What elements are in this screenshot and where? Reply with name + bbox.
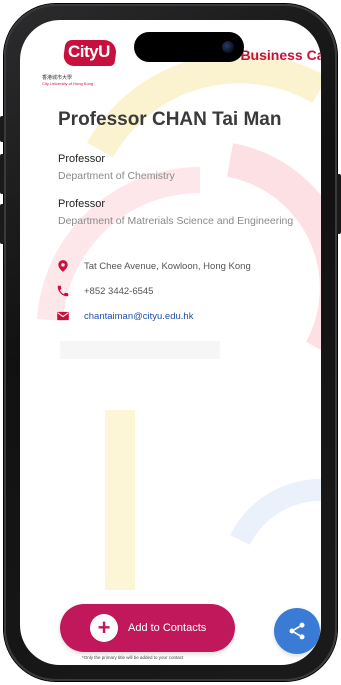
phone-frame: CityU 香港城市大學 City University of Hong Kon… [0, 4, 341, 681]
location-pin-icon [58, 260, 68, 272]
share-icon [289, 622, 305, 640]
cityu-logo: CityU 香港城市大學 City University of Hong Kon… [42, 38, 122, 88]
position-department: Department of Matrerials Science and Eng… [58, 215, 294, 227]
phone-text: +852 3442-6545 [84, 285, 154, 297]
address-text: Tat Chee Avenue, Kowloon, Hong Kong [84, 260, 251, 272]
add-to-contacts-button[interactable]: + Add to Contacts [60, 604, 235, 652]
power-button [337, 174, 341, 234]
primary-title-footnote: *Only the primary title will be added to… [82, 655, 184, 660]
logo-english-name: City University of Hong Kong [42, 81, 94, 86]
dynamic-island [134, 32, 244, 62]
logo-chinese-name: 香港城市大學 [42, 75, 73, 81]
add-to-contacts-label: Add to Contacts [128, 622, 207, 634]
phone-icon [57, 285, 69, 297]
front-camera [222, 41, 234, 53]
volume-down-button [0, 204, 4, 244]
share-button[interactable] [274, 608, 320, 654]
plus-icon: + [90, 614, 118, 642]
email-row[interactable]: chantaiman@cityu.edu.hk [56, 308, 193, 324]
position-title: Professor [58, 153, 106, 165]
volume-up-button [0, 154, 4, 194]
person-name: Professor CHAN Tai Man [58, 109, 282, 130]
phone-row[interactable]: +852 3442-6545 [56, 283, 153, 299]
screen: CityU 香港城市大學 City University of Hong Kon… [20, 20, 321, 665]
address-row[interactable]: Tat Chee Avenue, Kowloon, Hong Kong [56, 258, 251, 274]
action-button [0, 116, 4, 142]
position-department: Department of Chemistry [58, 170, 175, 182]
email-icon [57, 311, 69, 321]
email-link[interactable]: chantaiman@cityu.edu.hk [84, 311, 193, 322]
logo-text: CityU [68, 42, 110, 61]
position-title: Professor [58, 198, 106, 210]
